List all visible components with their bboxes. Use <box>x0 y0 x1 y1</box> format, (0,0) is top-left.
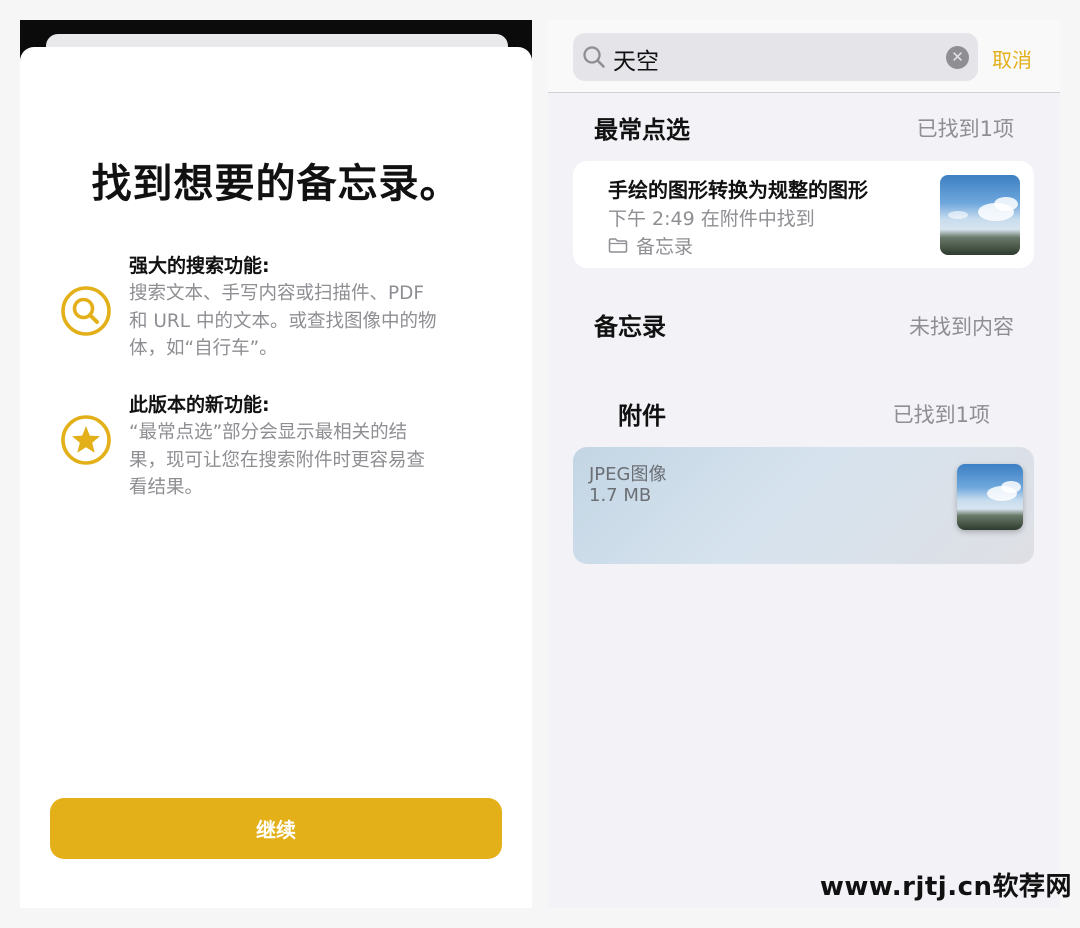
folder-icon <box>608 238 628 253</box>
onboarding-screen: 找到想要的备忘录。 强大的搜索功能: 搜索文本、手写内容或扫描件、PDF 和 U… <box>20 20 532 908</box>
section-count-notes: 未找到内容 <box>909 315 1014 339</box>
feature-body-line: 果，现可让您在搜索附件时更容易查 <box>129 449 426 471</box>
onboarding-title: 找到想要的备忘录。 <box>91 161 461 207</box>
attachment-type: JPEG图像 <box>589 464 667 485</box>
result-thumbnail <box>940 175 1020 255</box>
search-input[interactable]: 天空 ✕ <box>573 33 978 81</box>
result-folder: 备忘录 <box>608 232 693 259</box>
onboarding-sheet: 找到想要的备忘录。 强大的搜索功能: 搜索文本、手写内容或扫描件、PDF 和 U… <box>20 47 532 908</box>
section-count-top-hits: 已找到1项 <box>916 117 1014 141</box>
search-query: 天空 <box>613 49 659 75</box>
attachment-thumbnail <box>957 464 1023 530</box>
feature-body: “最常点选”部分会显示最相关的结 果，现可让您在搜索附件时更容易查 看结果。 <box>129 419 489 502</box>
cancel-button[interactable]: 取消 <box>992 44 1032 73</box>
continue-button[interactable]: 继续 <box>50 798 502 859</box>
search-icon <box>583 46 605 68</box>
feature-body-line: “最常点选”部分会显示最相关的结 <box>129 422 408 443</box>
feature-body: 搜索文本、手写内容或扫描件、PDF 和 URL 中的文本。或查找图像中的物 体，… <box>129 280 489 363</box>
clear-icon[interactable]: ✕ <box>946 46 969 69</box>
attachment-result[interactable]: JPEG图像 1.7 MB <box>573 447 1034 564</box>
feature-body-line: 看结果。 <box>129 477 204 498</box>
feature-heading: 强大的搜索功能: <box>129 255 270 277</box>
section-title-notes: 备忘录 <box>594 313 666 341</box>
result-meta: 下午 2:49 在附件中找到 <box>608 208 815 230</box>
watermark-text: www.rjtj.cn软荐网 <box>819 872 1072 902</box>
feature-heading: 此版本的新功能: <box>129 394 270 416</box>
feature-body-line: 和 URL 中的文本。或查找图像中的物 <box>129 310 437 332</box>
search-icon <box>60 285 112 337</box>
top-hit-result[interactable]: 手绘的图形转换为规整的图形 下午 2:49 在附件中找到 备忘录 <box>573 161 1034 268</box>
attachment-size: 1.7 MB <box>589 485 652 506</box>
section-title-top-hits: 最常点选 <box>594 116 690 144</box>
folder-name: 备忘录 <box>636 236 694 258</box>
search-results-screen: 天空 ✕ 取消 最常点选 已找到1项 手绘的图形转换为规整的图形 下午 2:49… <box>548 20 1060 908</box>
section-count-attachments: 已找到1项 <box>892 403 990 427</box>
result-title: 手绘的图形转换为规整的图形 <box>608 178 868 202</box>
search-bar: 天空 ✕ 取消 <box>548 20 1060 93</box>
section-title-attachments: 附件 <box>618 402 666 430</box>
feature-body-line: 体，如“自行车”。 <box>129 338 278 359</box>
feature-body-line: 搜索文本、手写内容或扫描件、PDF <box>129 283 425 304</box>
star-icon <box>60 414 112 466</box>
